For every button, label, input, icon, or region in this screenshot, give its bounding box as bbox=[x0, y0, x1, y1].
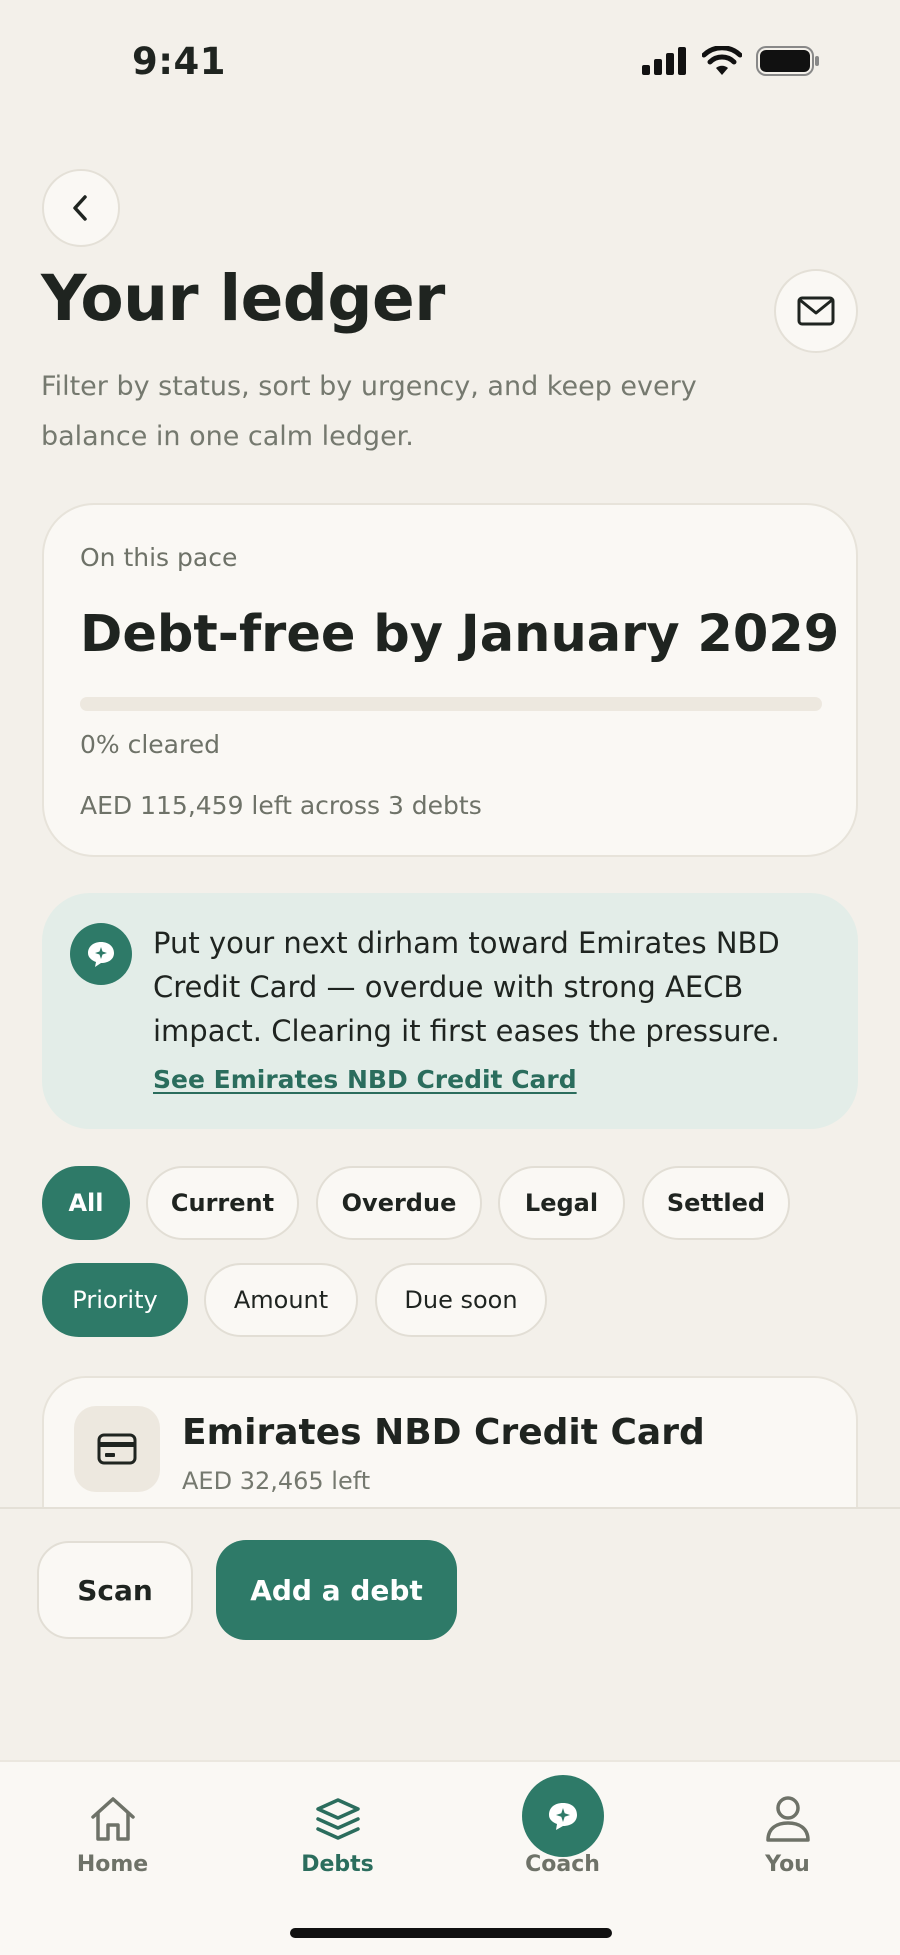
tab-debts-label: Debts bbox=[301, 1852, 374, 1877]
home-icon bbox=[88, 1792, 138, 1846]
filter-chip-settled[interactable]: Settled bbox=[642, 1166, 790, 1240]
home-indicator bbox=[290, 1928, 612, 1938]
layers-icon bbox=[314, 1792, 362, 1846]
tab-coach-label: Coach bbox=[525, 1852, 600, 1877]
tab-home[interactable]: Home bbox=[0, 1762, 225, 1892]
debt-name: Emirates NBD Credit Card bbox=[182, 1412, 705, 1453]
filter-chip-current[interactable]: Current bbox=[146, 1166, 299, 1240]
battery-icon bbox=[756, 46, 819, 76]
tab-coach[interactable]: Coach bbox=[450, 1762, 675, 1892]
chevron-left-icon bbox=[73, 195, 87, 221]
tab-bar: Home Debts Coach You bbox=[0, 1760, 900, 1955]
chat-sparkle-icon bbox=[70, 923, 132, 985]
back-button[interactable] bbox=[42, 169, 120, 247]
tab-you[interactable]: You bbox=[675, 1762, 900, 1892]
status-icons bbox=[642, 46, 820, 76]
filter-chip-overdue[interactable]: Overdue bbox=[316, 1166, 482, 1240]
scan-button[interactable]: Scan bbox=[37, 1541, 193, 1639]
page-title: Your ledger bbox=[41, 262, 445, 335]
action-bar: Scan Add a debt bbox=[0, 1507, 900, 1760]
add-debt-button[interactable]: Add a debt bbox=[216, 1540, 457, 1640]
debt-free-date: Debt-free by January 2029 bbox=[80, 605, 840, 664]
cleared-percent: 0% cleared bbox=[80, 730, 220, 759]
pace-label: On this pace bbox=[80, 543, 238, 572]
coach-message: Put your next dirham toward Emirates NBD… bbox=[153, 926, 780, 1048]
sort-chip-amount[interactable]: Amount bbox=[204, 1263, 358, 1337]
tab-you-label: You bbox=[765, 1852, 810, 1877]
see-debt-link[interactable]: See Emirates NBD Credit Card bbox=[153, 1065, 577, 1094]
chat-icon bbox=[522, 1775, 604, 1857]
status-bar: 9:41 bbox=[0, 0, 900, 120]
wifi-icon bbox=[702, 46, 742, 75]
filter-chip-all[interactable]: All bbox=[42, 1166, 130, 1240]
mail-button[interactable] bbox=[774, 269, 858, 353]
tab-debts[interactable]: Debts bbox=[225, 1762, 450, 1892]
remaining-balance: AED 115,459 left across 3 debts bbox=[80, 791, 482, 820]
debt-balance: AED 32,465 left bbox=[182, 1467, 371, 1495]
user-icon bbox=[764, 1792, 812, 1846]
payoff-progress-bar bbox=[80, 697, 822, 711]
sort-chip-priority[interactable]: Priority bbox=[42, 1263, 188, 1337]
pace-card: On this pace Debt-free by January 2029 0… bbox=[42, 503, 858, 857]
coach-suggestion-card: Put your next dirham toward Emirates NBD… bbox=[42, 893, 858, 1129]
tab-home-label: Home bbox=[76, 1852, 149, 1877]
credit-card-icon bbox=[74, 1406, 160, 1492]
status-time: 9:41 bbox=[132, 40, 227, 83]
filter-chip-legal[interactable]: Legal bbox=[498, 1166, 625, 1240]
sort-chip-due-soon[interactable]: Due soon bbox=[375, 1263, 547, 1337]
mail-icon bbox=[797, 296, 835, 326]
cellular-signal-icon bbox=[642, 47, 686, 75]
page-subtitle: Filter by status, sort by urgency, and k… bbox=[41, 371, 697, 452]
